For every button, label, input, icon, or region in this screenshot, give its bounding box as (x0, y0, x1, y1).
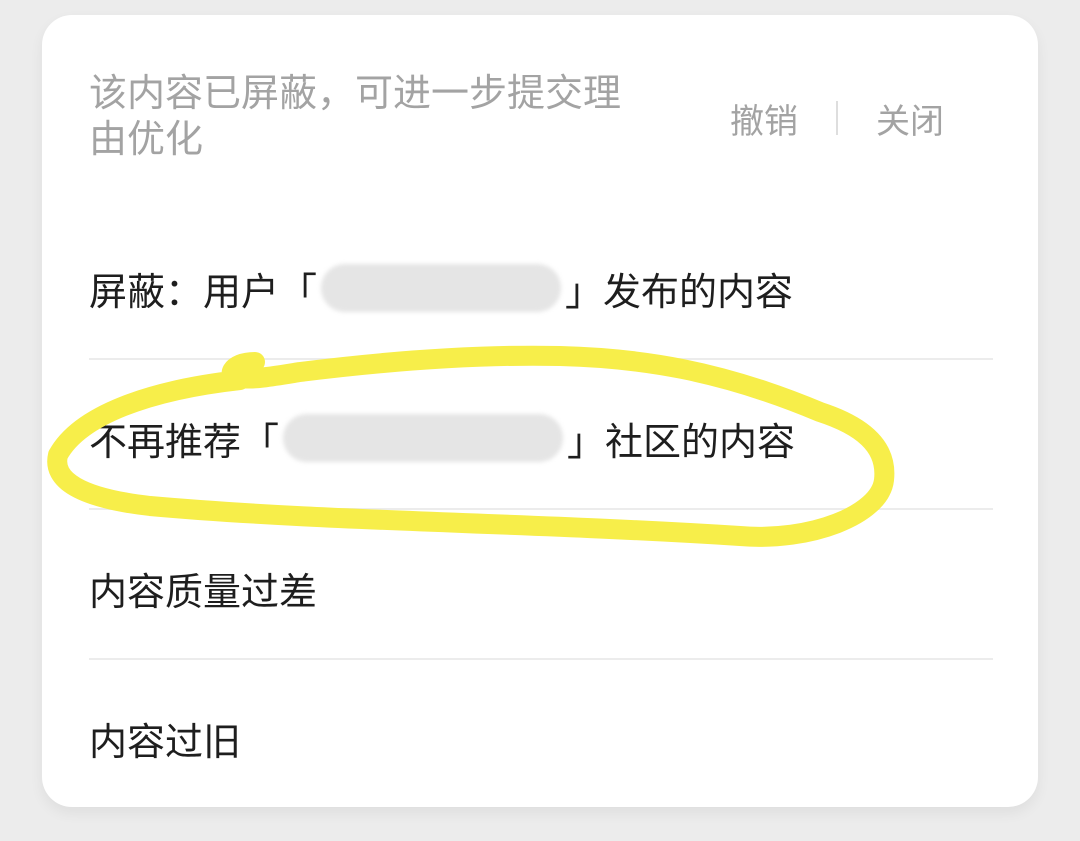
option-block-user-prefix: 屏蔽：用户「 (89, 269, 318, 314)
option-community-prefix: 不再推荐「 (89, 419, 280, 464)
divider (89, 658, 993, 660)
notice-line-2: 由优化 (89, 117, 204, 161)
redacted-community-name (283, 414, 564, 462)
option-block-user[interactable]: 屏蔽：用户「 」发布的内容 (89, 213, 993, 363)
notice-line-1: 该内容已屏蔽，可进一步提交理 (89, 71, 622, 115)
blocked-notice: 该内容已屏蔽，可进一步提交理 由优化 (89, 70, 689, 162)
close-button[interactable]: 关闭 (876, 94, 944, 143)
option-outdated[interactable]: 内容过旧 (89, 663, 993, 807)
undo-button[interactable]: 撤销 (730, 94, 798, 143)
option-low-quality-label: 内容质量过差 (89, 569, 318, 614)
notice-actions: 撤销 关闭 (730, 94, 944, 143)
feedback-card: 该内容已屏蔽，可进一步提交理 由优化 撤销 关闭 屏蔽：用户「 」发布的内容 不… (42, 15, 1038, 807)
actions-divider (836, 101, 838, 135)
option-stop-recommend-community[interactable]: 不再推荐「 」社区的内容 (89, 363, 993, 513)
divider (89, 508, 993, 510)
divider (89, 358, 993, 360)
option-community-suffix: 」社区的内容 (567, 419, 796, 464)
redacted-username (321, 264, 562, 312)
screen: 该内容已屏蔽，可进一步提交理 由优化 撤销 关闭 屏蔽：用户「 」发布的内容 不… (0, 0, 1080, 841)
option-outdated-label: 内容过旧 (89, 719, 242, 764)
option-low-quality[interactable]: 内容质量过差 (89, 513, 993, 663)
option-block-user-suffix: 」发布的内容 (565, 269, 794, 314)
